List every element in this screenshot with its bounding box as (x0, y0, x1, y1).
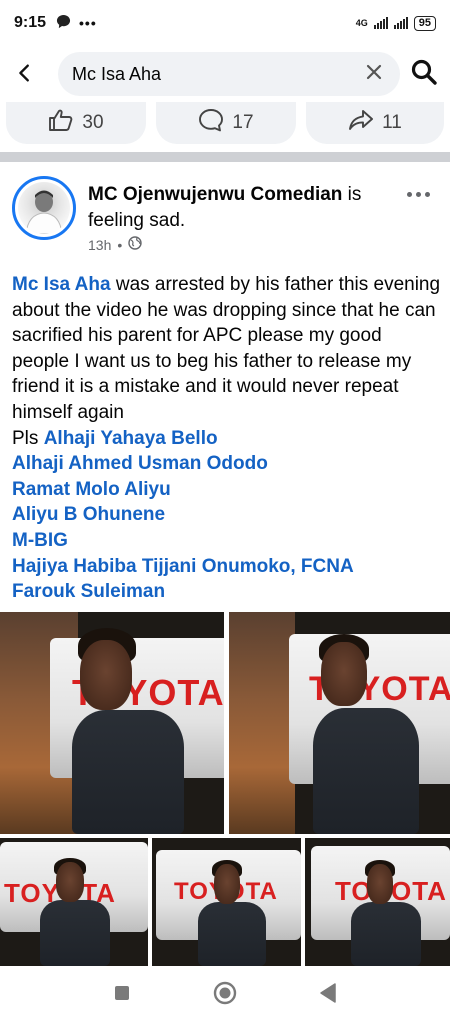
share-count: 11 (382, 112, 402, 133)
comment-icon (198, 108, 224, 138)
comment-button[interactable]: 17 (156, 102, 296, 144)
share-button[interactable]: 11 (306, 102, 444, 144)
post-text: was arrested by his father this evening … (12, 274, 441, 423)
search-icon (410, 58, 438, 91)
person-face (56, 862, 84, 902)
more-options-button[interactable] (396, 184, 440, 204)
share-icon (348, 108, 374, 138)
more-notifications-icon: ••• (79, 15, 97, 31)
home-button[interactable] (203, 973, 247, 1017)
clear-search-button[interactable] (362, 62, 386, 86)
pls-text: Pls (12, 427, 44, 449)
post-photo[interactable]: TOYOTA (0, 612, 224, 834)
post-meta: 13h • (88, 236, 142, 253)
person-face (214, 864, 240, 904)
post-photo[interactable]: TOYOTA (152, 838, 301, 966)
person-image (198, 902, 266, 966)
network-label: 4G (355, 18, 368, 28)
tag-line-first: Pls Alhaji Yahaya Bello (12, 426, 442, 452)
person-face (321, 642, 367, 706)
author-line: MC Ojenwujenwu Comedian is feeling sad. (88, 182, 398, 234)
home-circle-icon (212, 980, 238, 1011)
battery-icon: 95 (413, 15, 436, 31)
previous-post-actions: 30 17 11 (0, 102, 450, 146)
person-image (313, 708, 419, 834)
post-divider (0, 152, 450, 162)
tag-mention[interactable]: Aliyu B Ohunene (12, 502, 442, 528)
person-face (80, 640, 132, 710)
status-right: 4G 95 (355, 15, 436, 31)
status-bar: 9:15 ••• 4G 95 (0, 0, 450, 46)
post-time[interactable]: 13h (88, 237, 111, 253)
tag-mention[interactable]: Hajiya Habiba Tijjani Onumoko, FCNA (12, 554, 442, 580)
search-button[interactable] (404, 54, 444, 94)
avatar[interactable] (12, 176, 76, 240)
post-photo[interactable]: TOYOTA (305, 838, 450, 966)
search-query: Mc Isa Aha (72, 63, 162, 84)
signal-icon-2 (393, 17, 408, 29)
person-image (72, 710, 184, 834)
person-image (351, 902, 421, 966)
person-face (367, 864, 393, 904)
signal-icon (373, 17, 388, 29)
status-notification-icons: ••• (56, 14, 97, 32)
post-photo[interactable]: TOYOTA (229, 612, 450, 834)
status-time: 9:15 (14, 14, 47, 31)
system-nav-bar (0, 966, 450, 1024)
tag-mention[interactable]: Ramat Molo Aliyu (12, 477, 442, 503)
post-photo[interactable]: TOYOTA (0, 838, 148, 966)
tag-mention[interactable]: M-BIG (12, 528, 442, 554)
avatar-image (18, 182, 70, 234)
more-icon (406, 191, 430, 197)
back-triangle-icon (318, 982, 338, 1009)
recent-apps-button[interactable] (100, 973, 144, 1017)
author-name[interactable]: MC Ojenwujenwu Comedian (88, 184, 342, 205)
photo-background (229, 612, 296, 834)
chat-bubble-icon (56, 14, 71, 32)
close-icon (365, 63, 383, 86)
thumbs-up-icon (48, 108, 74, 138)
post-header: MC Ojenwujenwu Comedian is feeling sad. … (0, 162, 450, 262)
post-body: Mc Isa Aha was arrested by his father th… (12, 272, 442, 605)
tag-mention[interactable]: Farouk Suleiman (12, 579, 442, 605)
mention-main[interactable]: Mc Isa Aha (12, 274, 111, 295)
person-image (40, 900, 110, 966)
back-arrow-icon (14, 62, 36, 89)
back-button[interactable] (2, 52, 48, 98)
tag-mention[interactable]: Alhaji Ahmed Usman Ododo (12, 451, 442, 477)
comment-count: 17 (232, 112, 254, 133)
search-input[interactable]: Mc Isa Aha (58, 52, 400, 96)
square-icon (113, 984, 131, 1007)
like-button[interactable]: 30 (6, 102, 146, 144)
tag-mention[interactable]: Alhaji Yahaya Bello (44, 428, 218, 449)
search-header: Mc Isa Aha (0, 48, 450, 102)
like-count: 30 (82, 112, 104, 133)
meta-dot: • (117, 236, 123, 253)
back-nav-button[interactable] (306, 973, 350, 1017)
globe-icon (128, 236, 142, 253)
